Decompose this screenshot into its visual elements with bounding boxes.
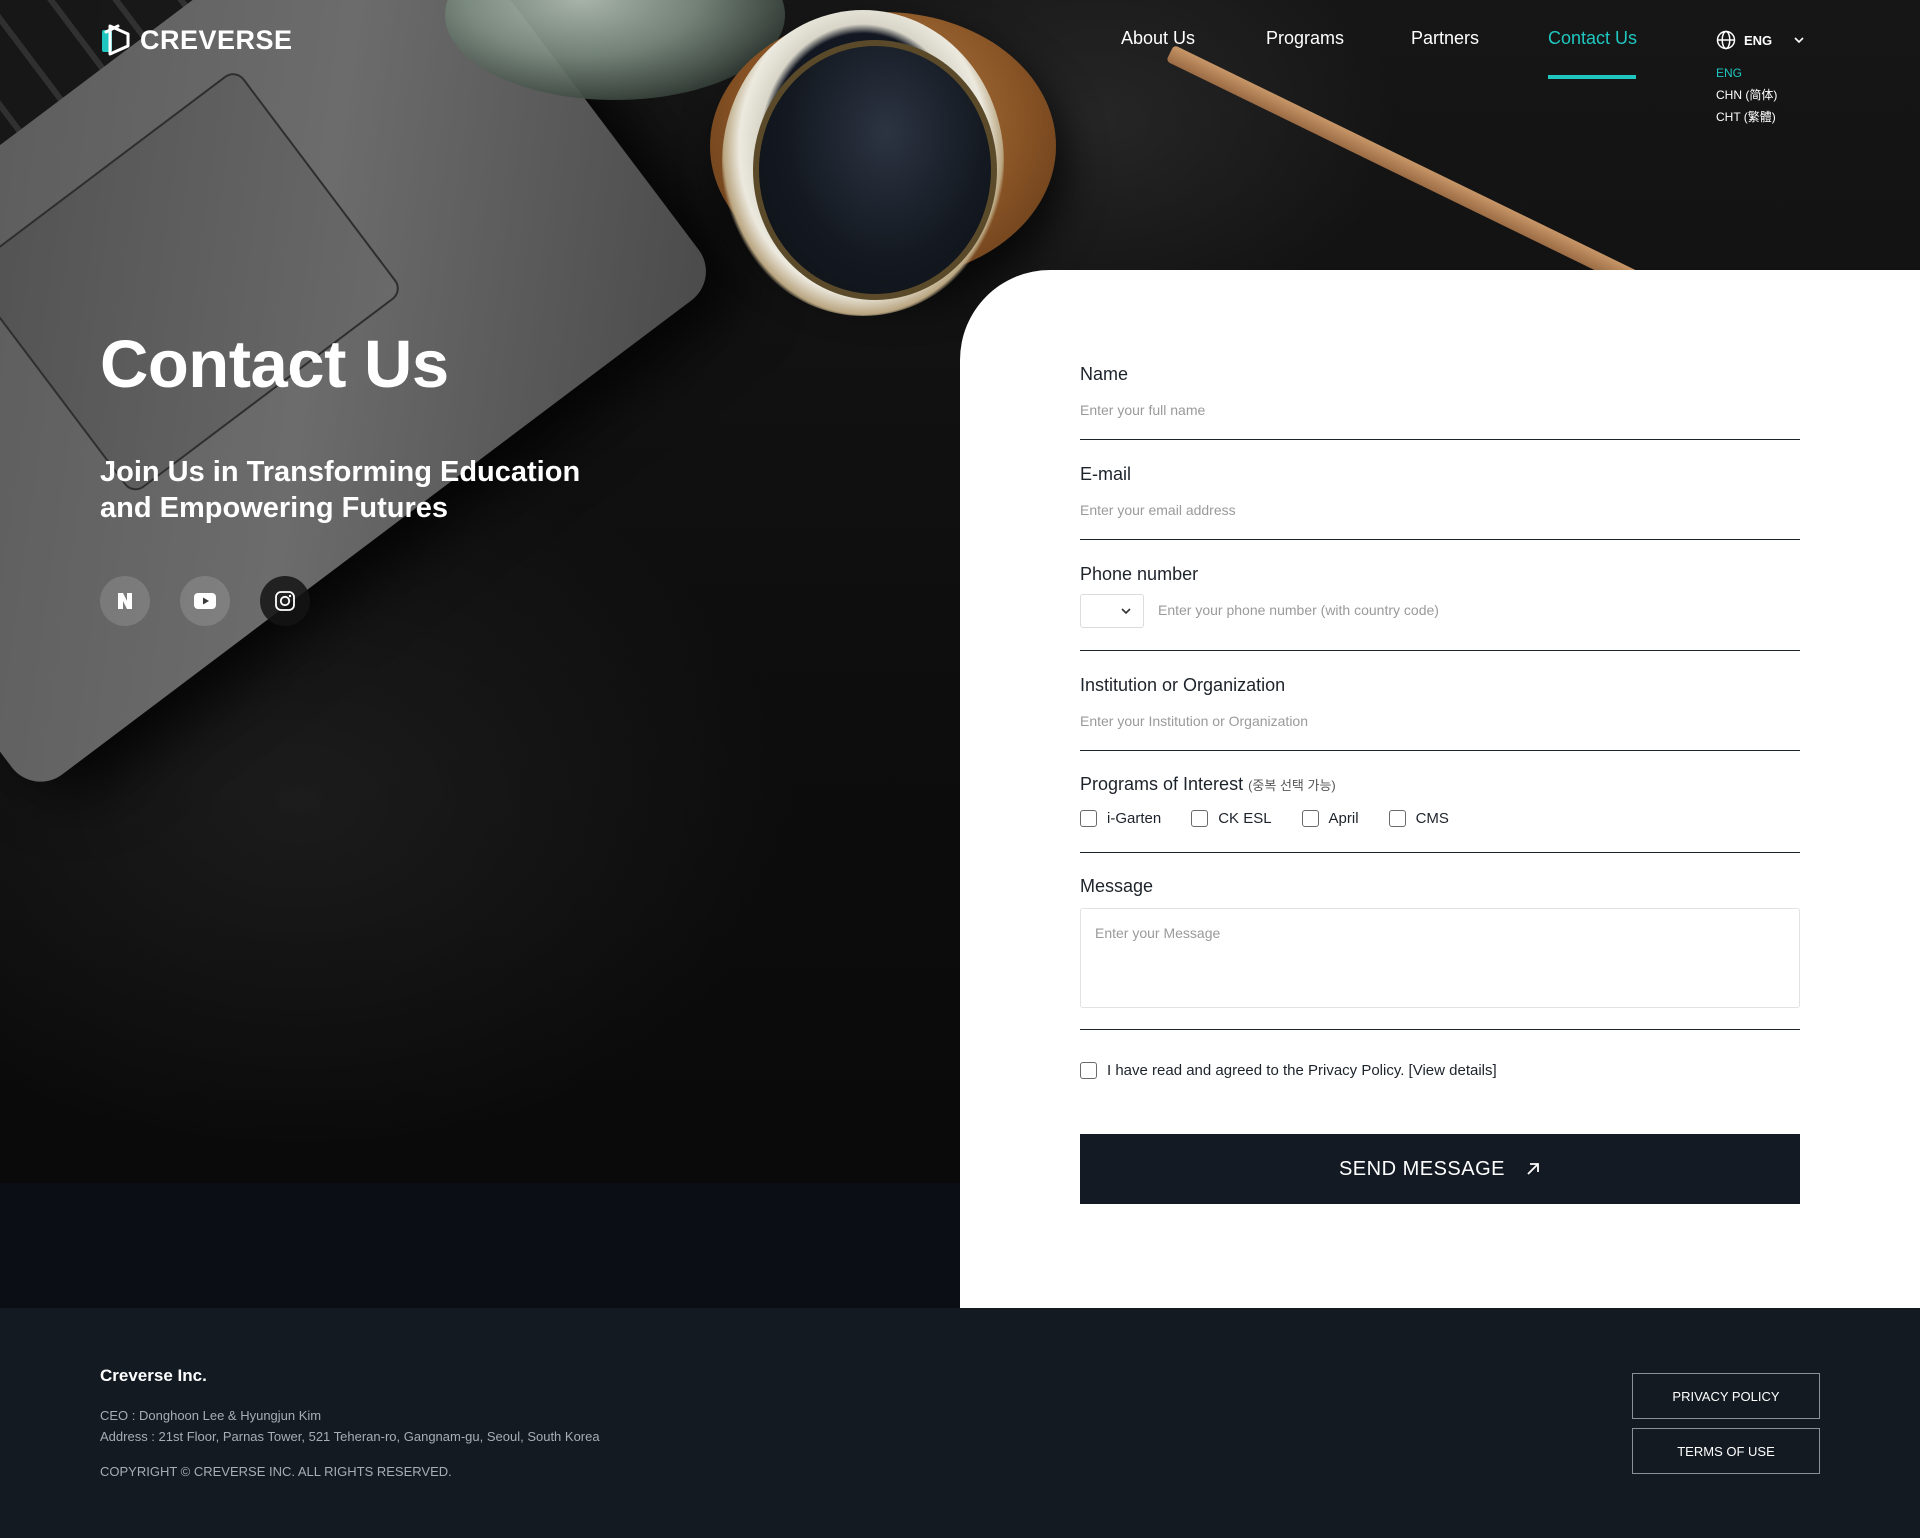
chevron-down-icon (1794, 37, 1804, 44)
program-option-label: April (1328, 810, 1359, 827)
program-option-label: CK ESL (1218, 810, 1272, 827)
hero-bottom-band (0, 1183, 960, 1308)
chevron-down-icon (1121, 608, 1131, 615)
message-label: Message (1080, 876, 1154, 896)
instagram-button[interactable] (260, 576, 310, 626)
terms-of-use-button[interactable]: TERMS OF USE (1632, 1428, 1820, 1474)
org-input[interactable] (1080, 709, 1800, 733)
country-code-select[interactable] (1080, 594, 1144, 628)
creverse-logo-icon (102, 24, 130, 56)
language-option-cht[interactable]: CHT (繁體) (1716, 106, 1777, 128)
nav-contact-us[interactable]: Contact Us (1548, 28, 1637, 49)
subtitle-line-1: Join Us in Transforming Education (100, 456, 581, 488)
naver-blog-icon (118, 593, 132, 609)
footer: Creverse Inc. CEO : Donghoon Lee & Hyung… (0, 1308, 1920, 1538)
social-links (100, 576, 310, 626)
message-field-group: Message (1080, 874, 1800, 1030)
nav-active-indicator (1548, 75, 1636, 79)
programs-checkboxes: i-Garten CK ESL April CMS (1080, 810, 1449, 827)
footer-address: Address : 21st Floor, Parnas Tower, 521 … (100, 1429, 600, 1444)
checkbox[interactable] (1191, 810, 1209, 827)
phone-field-group: Phone number (1080, 560, 1800, 651)
programs-label: Programs of Interest (중복 선택 가능) (1080, 774, 1336, 795)
footer-copyright: COPYRIGHT © CREVERSE INC. ALL RIGHTS RES… (100, 1464, 452, 1479)
language-menu: ENG CHN (简体) CHT (繁體) (1716, 62, 1777, 128)
nav-programs[interactable]: Programs (1266, 28, 1344, 49)
youtube-button[interactable] (180, 576, 230, 626)
name-input[interactable] (1080, 398, 1800, 422)
email-input[interactable] (1080, 498, 1800, 522)
language-option-chn[interactable]: CHN (简体) (1716, 84, 1777, 106)
footer-company-name: Creverse Inc. (100, 1366, 207, 1385)
instagram-icon (275, 591, 295, 611)
programs-label-text: Programs of Interest (1080, 774, 1244, 794)
program-option-igarten[interactable]: i-Garten (1080, 810, 1161, 827)
language-current: ENG (1744, 32, 1773, 48)
phone-input[interactable] (1158, 598, 1798, 622)
checkbox[interactable] (1388, 810, 1406, 827)
language-toggle[interactable]: ENG (1716, 24, 1816, 56)
send-message-label: SEND MESSAGE (1338, 1157, 1506, 1180)
language-option-eng[interactable]: ENG (1716, 62, 1777, 84)
page-subtitle: Join Us in Transforming Education and Em… (100, 454, 660, 526)
nav-about-us[interactable]: About Us (1121, 28, 1195, 49)
checkbox[interactable] (1080, 810, 1097, 827)
program-option-label: i-Garten (1107, 810, 1162, 827)
name-label: Name (1080, 364, 1129, 384)
program-option-ckesl[interactable]: CK ESL (1191, 810, 1272, 827)
send-message-button[interactable]: SEND MESSAGE (1080, 1134, 1800, 1204)
trackpad-photo (0, 67, 405, 496)
subtitle-line-2: and Empowering Futures (100, 492, 449, 524)
name-field-group: Name (1080, 360, 1800, 440)
email-field-group: E-mail (1080, 460, 1800, 540)
nav-partners[interactable]: Partners (1411, 28, 1479, 49)
privacy-agree[interactable]: I have read and agreed to the Privacy Po… (1080, 1062, 1497, 1079)
privacy-agree-text[interactable]: I have read and agreed to the Privacy Po… (1107, 1062, 1497, 1079)
arrow-up-right-icon (1527, 1163, 1539, 1175)
program-option-cms[interactable]: CMS (1388, 810, 1449, 827)
org-label: Institution or Organization (1080, 675, 1286, 695)
programs-label-note: (중복 선택 가능) (1248, 778, 1336, 793)
program-option-april[interactable]: April (1301, 810, 1359, 827)
footer-ceo: CEO : Donghoon Lee & Hyungjun Kim (100, 1408, 322, 1423)
privacy-checkbox[interactable] (1080, 1062, 1097, 1079)
brand-name: CREVERSE (140, 24, 293, 55)
org-field-group: Institution or Organization (1080, 671, 1800, 751)
message-textarea[interactable] (1080, 908, 1800, 1008)
youtube-icon (194, 593, 216, 609)
coffee-photo (753, 40, 997, 300)
naver-blog-button[interactable] (100, 576, 150, 626)
page-title: Contact Us (100, 327, 449, 402)
checkbox[interactable] (1301, 810, 1319, 827)
email-label: E-mail (1080, 464, 1132, 484)
logo[interactable]: CREVERSE (100, 22, 293, 58)
globe-icon (1716, 30, 1736, 50)
privacy-policy-button[interactable]: PRIVACY POLICY (1632, 1373, 1820, 1419)
program-option-label: CMS (1415, 810, 1449, 827)
phone-label: Phone number (1080, 564, 1199, 584)
programs-field-group: Programs of Interest (중복 선택 가능) i-Garten… (1080, 772, 1800, 853)
language-selector[interactable]: ENG ENG CHN (简体) CHT (繁體) (1716, 24, 1816, 124)
